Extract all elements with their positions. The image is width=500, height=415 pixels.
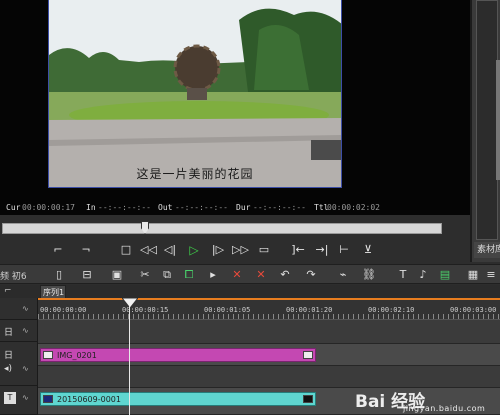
main-toolbar: 频 初6 ▯ ⊟ ▣ ✂ ⧉ ⧠ ▸ ✕ ✕ ↶ ↷ ⌁ ⛓ T ♪ ▤ ▦ ≡ xyxy=(0,264,500,284)
cur-label: Cur xyxy=(6,203,21,212)
asset-library-tab[interactable]: 素材库 xyxy=(474,242,500,258)
playhead-marker[interactable] xyxy=(122,298,138,308)
scrub-track[interactable] xyxy=(2,223,442,234)
expand-icon[interactable]: ▦ xyxy=(466,267,480,283)
out-label: Out xyxy=(158,203,173,212)
playhead-line xyxy=(129,306,130,415)
watermark-url: jingyan.baidu.com xyxy=(403,404,486,413)
ruler-header: ∿ xyxy=(0,298,38,320)
toolbar-left-label: 频 初6 xyxy=(0,272,27,282)
ruler-label: 00:00:01:05 xyxy=(204,306,251,314)
redo-icon[interactable]: ↷ xyxy=(304,267,318,283)
clip-name: 20150609-0001 xyxy=(57,395,121,404)
speaker-icon[interactable]: ◂) xyxy=(4,364,12,374)
ruler-ticks xyxy=(38,314,500,319)
track-row-1[interactable] xyxy=(38,320,500,344)
step-back-icon[interactable]: ◁| xyxy=(162,242,178,258)
new-file-icon[interactable]: ▯ xyxy=(52,267,66,283)
loop-icon[interactable]: ▭ xyxy=(256,242,272,258)
step-forward-icon[interactable]: |▷ xyxy=(210,242,226,258)
out-value: --:--:--:-- xyxy=(175,203,228,212)
asset-panel-content xyxy=(476,0,498,240)
title-track-label: T xyxy=(4,392,16,404)
dur-value: --:--:--:-- xyxy=(253,203,306,212)
render-icon[interactable]: ▤ xyxy=(438,267,452,283)
insert-icon[interactable]: ▸ xyxy=(206,267,220,283)
more-icon[interactable]: ≡ xyxy=(484,267,498,283)
preview-video-image xyxy=(49,0,341,187)
undo-icon[interactable]: ↶ xyxy=(278,267,292,283)
trim-icon[interactable]: ⊢ xyxy=(336,242,352,258)
rewind-icon[interactable]: ◁◁ xyxy=(140,242,157,258)
stop-icon[interactable]: □ xyxy=(118,242,134,258)
clip-thumbnail xyxy=(43,395,53,403)
ruler-link-icon[interactable]: ∿ xyxy=(22,304,29,313)
fast-forward-icon[interactable]: ▷▷ xyxy=(232,242,249,258)
collapse-icon[interactable]: ⌐ xyxy=(4,285,12,298)
track-header-2: 日 ◂) ∿ xyxy=(0,342,38,386)
timecode-bar: Cur 00:00:00:17 In --:--:--:-- Out --:--… xyxy=(0,203,470,215)
timeline-ruler[interactable]: 00:00:00:00 00:00:00:15 00:00:01:05 00:0… xyxy=(38,298,500,320)
delete-right-icon[interactable]: ✕ xyxy=(254,267,268,283)
set-out-icon[interactable]: ¬ xyxy=(78,242,94,258)
link-icon[interactable]: ⛓ xyxy=(362,267,376,283)
asset-panel-scrollbar[interactable] xyxy=(496,60,500,180)
copy-icon[interactable]: ⧉ xyxy=(160,267,174,283)
scrub-bar xyxy=(0,219,470,239)
audio-icon[interactable]: ♪ xyxy=(416,267,430,283)
ruler-label: 00:00:00:00 xyxy=(40,306,87,314)
text-icon[interactable]: T xyxy=(396,267,410,283)
track-header-3: T ∿ xyxy=(0,386,38,415)
clip-end-thumbnail xyxy=(303,351,313,359)
ruler-label: 00:00:03:00 xyxy=(450,306,497,314)
transport-controls: ⌐ ¬ □ ◁◁ ◁| ▷ |▷ ▷▷ ▭ ]← →| ⊢ ⊻ xyxy=(0,240,470,260)
open-icon[interactable]: ⊟ xyxy=(80,267,94,283)
subtitle-text: 这是一片美丽的花园 xyxy=(136,167,254,181)
match-in-icon[interactable]: ]← xyxy=(290,242,306,258)
video-clip[interactable]: IMG_0201 xyxy=(40,348,316,362)
video-editor-window: 这是一片美丽的花园 Cur 00:00:00:17 In --:--:--:--… xyxy=(0,0,500,415)
ripple-icon[interactable]: ⌁ xyxy=(336,267,350,283)
track-2-link-icon[interactable]: ∿ xyxy=(22,364,29,373)
add-marker-icon[interactable]: ⊻ xyxy=(360,242,376,258)
clip-end-thumbnail xyxy=(303,395,313,403)
preview-monitor: 这是一片美丽的花园 Cur 00:00:00:17 In --:--:--:--… xyxy=(0,0,470,215)
in-label: In xyxy=(86,203,96,212)
dur-label: Dur xyxy=(236,203,251,212)
in-value: --:--:--:-- xyxy=(98,203,151,212)
cur-value: 00:00:00:17 xyxy=(22,203,75,212)
set-in-icon[interactable]: ⌐ xyxy=(50,242,66,258)
preview-frame: 这是一片美丽的花园 xyxy=(48,0,342,188)
ruler-range-bar xyxy=(38,298,500,300)
track-row-3[interactable] xyxy=(38,366,500,388)
baidu-watermark: Bai 经验 jingyan.baidu.com xyxy=(355,387,495,413)
ruler-label: 00:00:02:10 xyxy=(368,306,415,314)
title-clip[interactable]: 20150609-0001 xyxy=(40,392,316,406)
sequence-tab[interactable]: 序列1 xyxy=(40,285,66,298)
sequence-tab-strip: ⌐ 序列1 xyxy=(0,285,500,298)
delete-left-icon[interactable]: ✕ xyxy=(230,267,244,283)
track-header-1: 日 ∿ xyxy=(0,320,38,342)
save-icon[interactable]: ▣ xyxy=(110,267,124,283)
clip-thumbnail xyxy=(43,351,53,359)
match-out-icon[interactable]: →| xyxy=(314,242,330,258)
play-icon[interactable]: ▷ xyxy=(186,242,202,258)
track-3-link-icon[interactable]: ∿ xyxy=(22,393,29,402)
asset-panel: 素材库 xyxy=(470,0,500,262)
ruler-label: 00:00:01:20 xyxy=(286,306,333,314)
track-2-label: 日 xyxy=(4,351,14,361)
track-1-link-icon[interactable]: ∿ xyxy=(22,326,29,335)
paste-icon[interactable]: ⧠ xyxy=(182,267,196,283)
ttl-value: 00:00:02:02 xyxy=(327,203,380,212)
cut-icon[interactable]: ✂ xyxy=(138,267,152,283)
track-1-label: 日 xyxy=(4,328,14,338)
track-headers: ∿ 日 ∿ 日 ◂) ∿ T ∿ xyxy=(0,298,38,415)
clip-name: IMG_0201 xyxy=(57,351,97,360)
